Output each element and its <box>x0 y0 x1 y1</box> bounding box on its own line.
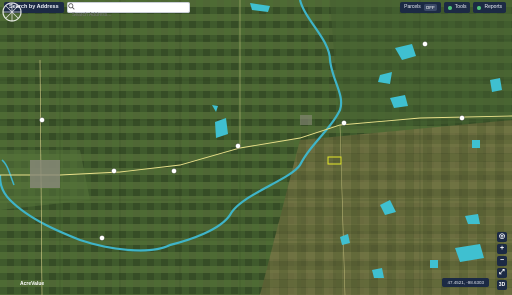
parcels-state-badge: OFF <box>423 4 437 11</box>
tools-label: Tools <box>454 4 467 10</box>
reports-label: Reports <box>484 4 502 10</box>
map-controls: ◎ + − ⤢ 3D <box>497 232 507 290</box>
parcels-label: Parcels <box>404 4 421 10</box>
reports-icon <box>477 5 482 10</box>
top-toolbar: Search by Address Parcels OFF Tools Repo… <box>0 0 512 20</box>
parcels-toggle[interactable]: Parcels OFF <box>400 2 441 13</box>
zoom-out-button[interactable]: − <box>497 256 507 266</box>
satellite-basemap <box>0 0 512 295</box>
3d-toggle-button[interactable]: 3D <box>497 280 507 290</box>
coordinates-readout: 47.4521, -98.6303 <box>442 278 489 287</box>
map-canvas[interactable]: Search by Address Parcels OFF Tools Repo… <box>0 0 512 295</box>
tools-icon <box>447 5 452 10</box>
location-icon[interactable]: ◎ <box>497 232 507 242</box>
brand-name: AcreValue <box>20 281 45 287</box>
tools-button[interactable]: Tools <box>443 2 471 13</box>
reports-button[interactable]: Reports <box>473 2 506 13</box>
address-search-input[interactable] <box>68 10 178 20</box>
fullscreen-icon[interactable]: ⤢ <box>497 268 507 278</box>
brand-logo-icon <box>2 2 22 22</box>
zoom-in-button[interactable]: + <box>497 244 507 254</box>
search-icon[interactable] <box>68 3 75 10</box>
address-search-box[interactable] <box>67 2 190 20</box>
